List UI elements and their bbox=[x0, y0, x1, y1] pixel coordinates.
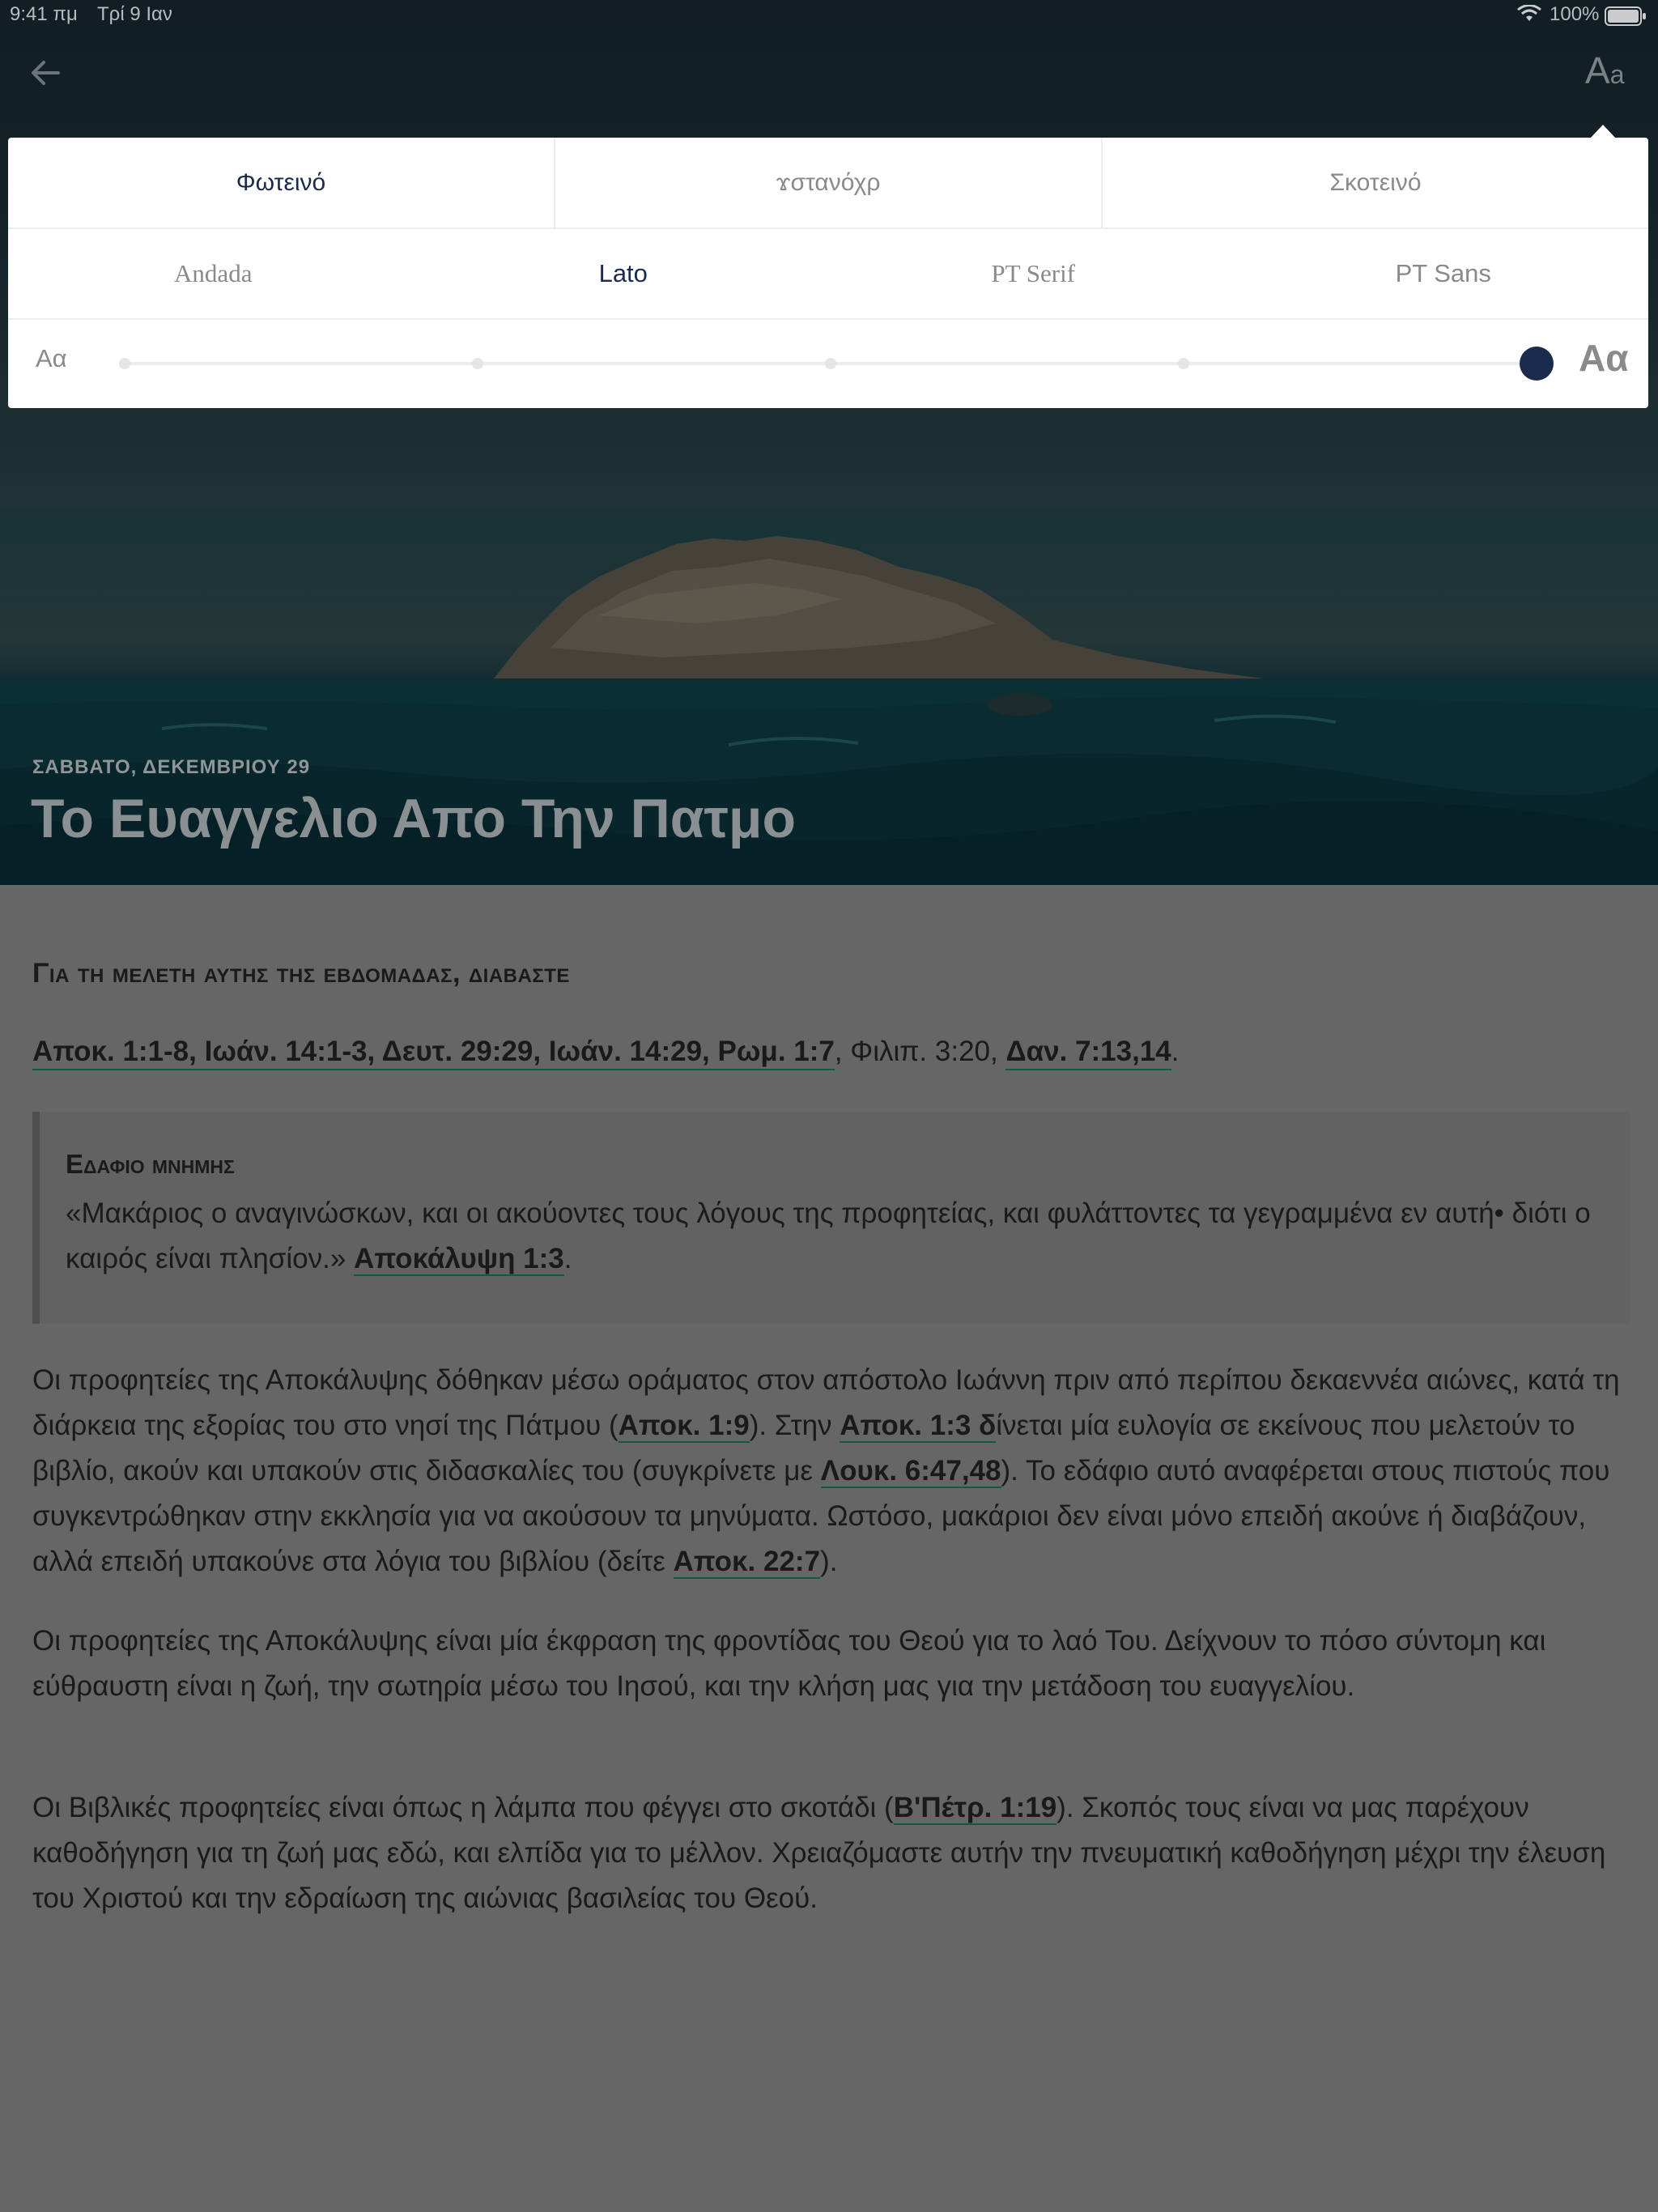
font-ptsans-tab[interactable]: PT Sans bbox=[1239, 229, 1649, 318]
memory-verse-text: «Μακάριος ο αναγινώσκων, και οι ακούοντε… bbox=[66, 1191, 1604, 1282]
memory-verse-block: Εδαφιο μνημης «Μακάριος ο αναγινώσκων, κ… bbox=[32, 1112, 1630, 1324]
battery-percent: 100% bbox=[1550, 3, 1600, 25]
theme-dark-tab[interactable]: Σκοτεινό bbox=[1101, 138, 1648, 228]
font-andada-tab[interactable]: Andada bbox=[8, 229, 419, 318]
font-settings-button[interactable]: Aa bbox=[1585, 49, 1624, 92]
status-date: Τρί 9 Ιαν bbox=[97, 3, 172, 25]
memory-verse-quote: «Μακάριος ο αναγινώσκων, και οι ακούοντε… bbox=[66, 1197, 1591, 1274]
paragraph: Οι προφητείες της Αποκάλυψης είναι μία έ… bbox=[32, 1625, 1546, 1702]
reference-link[interactable]: Β'Πέτρ. 1:19 bbox=[893, 1792, 1057, 1825]
font-ptserif-tab[interactable]: PT Serif bbox=[828, 229, 1239, 318]
paragraph-text: Οι Βιβλικές προφητείες είναι όπως η λάμπ… bbox=[32, 1792, 894, 1823]
reading-heading-text: Για τη μελετη αυτης της εβδομαδας, διαβα… bbox=[32, 958, 570, 989]
wifi-icon bbox=[1517, 5, 1541, 21]
theme-sepia-tab[interactable]: ϫστανόχρ bbox=[554, 138, 1101, 228]
hero-dim bbox=[0, 0, 1658, 885]
font-size-slider[interactable] bbox=[119, 347, 1554, 381]
font-settings-small: a bbox=[1609, 60, 1625, 89]
hero-image: ΣΑΒΒΑΤΟ, ΔΕΚΕΜΒΡΙΟΥ 29 Το Ευαγγελιο Απο … bbox=[0, 0, 1658, 885]
page-title: Το Ευαγγελιο Απο Την Πατμο bbox=[31, 788, 797, 849]
memory-verse-title: Εδαφιο μνημης bbox=[66, 1149, 235, 1180]
reference-link[interactable]: Αποκ. 1:1-8, Ιωάν. 14:1-3, Δευτ. 29:29, … bbox=[32, 1036, 835, 1070]
slider-step-dot[interactable] bbox=[825, 358, 836, 369]
hero-date: ΣΑΒΒΑΤΟ, ΔΕΚΕΜΒΡΙΟΥ 29 bbox=[32, 756, 311, 778]
memory-verse-end: . bbox=[563, 1243, 572, 1274]
paragraph-text: ). bbox=[820, 1546, 838, 1577]
reference-end: . bbox=[1171, 1036, 1180, 1067]
theme-selector: Φωτεινό ϫστανόχρ Σκοτεινό bbox=[8, 138, 1648, 229]
reference-link[interactable]: Δαν. 7:13,14 bbox=[1005, 1036, 1171, 1070]
reference-link[interactable]: Λουκ. 6:47,48 bbox=[820, 1455, 1001, 1488]
reference-plain: , Φιλιπ. 3:20, bbox=[834, 1036, 1006, 1067]
status-bar: 9:41 πμ Τρί 9 Ιαν 100% bbox=[0, 0, 1658, 32]
popover-arrow bbox=[1590, 125, 1616, 138]
slider-step-dot[interactable] bbox=[1178, 358, 1189, 369]
size-small-label: Aα bbox=[36, 344, 67, 372]
battery-icon bbox=[1605, 6, 1646, 26]
font-lato-tab[interactable]: Lato bbox=[419, 229, 829, 318]
memory-verse-ref-link[interactable]: Αποκάλυψη 1:3 bbox=[354, 1243, 564, 1276]
font-selector: Andada Lato PT Serif PT Sans bbox=[8, 229, 1648, 320]
font-size-selector: Aα Aα bbox=[8, 320, 1648, 408]
theme-light-tab[interactable]: Φωτεινό bbox=[8, 138, 554, 228]
reference-link[interactable]: Αποκ. 22:7 bbox=[673, 1546, 821, 1579]
memory-verse-title-text: Εδαφιο μνημης bbox=[66, 1149, 235, 1179]
slider-step-dot[interactable] bbox=[472, 358, 483, 369]
reference-link[interactable]: Αποκ. 1:3 δ bbox=[840, 1410, 997, 1443]
status-time: 9:41 πμ bbox=[10, 3, 78, 25]
arrow-left-icon[interactable] bbox=[28, 55, 63, 91]
paragraph: Οι προφητείες της Αποκάλυψης δόθηκαν μέσ… bbox=[32, 1358, 1635, 1585]
reference-link[interactable]: Αποκ. 1:9 bbox=[618, 1410, 750, 1443]
size-large-label: Aα bbox=[1579, 337, 1629, 379]
slider-step-dot[interactable] bbox=[119, 358, 130, 369]
slider-thumb[interactable] bbox=[1520, 347, 1554, 381]
paragraph: Οι Βιβλικές προφητείες είναι όπως η λάμπ… bbox=[32, 1785, 1635, 1921]
reading-heading: Για τη μελετη αυτης της εβδομαδας, διαβα… bbox=[32, 958, 570, 989]
font-settings-big: A bbox=[1585, 49, 1610, 91]
reader-settings-popover: Φωτεινό ϫστανόχρ Σκοτεινό Andada Lato PT… bbox=[8, 138, 1648, 408]
paragraph-text: ). Στην bbox=[749, 1410, 840, 1441]
reading-references: Αποκ. 1:1-8, Ιωάν. 14:1-3, Δευτ. 29:29, … bbox=[32, 1036, 1180, 1070]
